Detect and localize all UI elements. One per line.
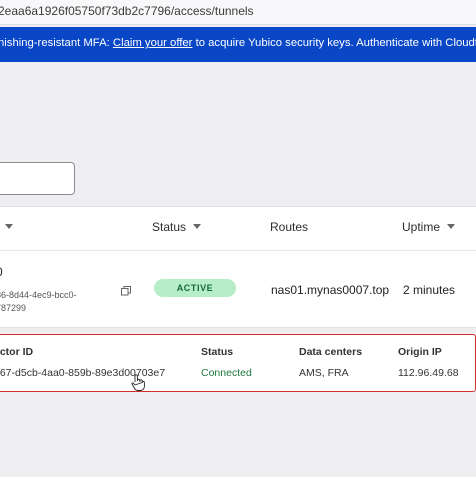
origin-ip-header: Origin IP bbox=[398, 346, 442, 358]
routes-header-label: Routes bbox=[270, 220, 309, 234]
connector-status-header: Status bbox=[201, 346, 234, 358]
origin-ip-value: 112.96.49.68 bbox=[398, 367, 459, 379]
tunnel-name[interactable]: 0 bbox=[0, 265, 3, 279]
uptime-header-label: Uptime bbox=[402, 220, 441, 234]
caret-down-icon bbox=[447, 224, 456, 229]
search-input[interactable] bbox=[0, 162, 75, 195]
banner-text-prefix: hishing-resistant MFA: bbox=[0, 37, 110, 49]
status-badge: ACTIVE bbox=[154, 279, 236, 297]
uptime-value: 2 minutes bbox=[403, 283, 456, 297]
data-centers-value: AMS, FRA bbox=[299, 367, 349, 379]
connector-id-header: ector ID bbox=[0, 346, 34, 358]
promo-banner: hishing-resistant MFA: Claim your offer … bbox=[0, 27, 476, 62]
hand-cursor-icon bbox=[131, 374, 145, 391]
route-value[interactable]: nas01.mynas0007.top bbox=[271, 283, 389, 297]
caret-down-icon bbox=[193, 224, 202, 229]
banner-text-suffix: to acquire Yubico security keys. Authent… bbox=[195, 37, 476, 49]
header-divider bbox=[0, 250, 476, 251]
connector-status-value: Connected bbox=[201, 367, 252, 379]
status-header-label: Status bbox=[152, 220, 187, 234]
address-bar[interactable]: 2eaa6a1926f05750f73db2c7796/access/tunne… bbox=[0, 0, 476, 25]
tunnel-id-line1: 86-8d44-4ec9-bcc0- bbox=[0, 290, 77, 300]
address-bar-url[interactable]: 2eaa6a1926f05750f73db2c7796/access/tunne… bbox=[0, 4, 254, 18]
connector-details-panel bbox=[0, 334, 476, 392]
status-column-header[interactable]: Status bbox=[152, 220, 202, 234]
claim-offer-link[interactable]: Claim your offer bbox=[113, 37, 193, 49]
copy-icon[interactable] bbox=[121, 286, 131, 296]
uptime-column-header[interactable]: Uptime bbox=[402, 220, 456, 234]
name-column-header[interactable] bbox=[0, 220, 13, 234]
tunnel-id-line2: 787299 bbox=[0, 303, 27, 313]
caret-down-icon bbox=[5, 224, 13, 229]
data-centers-header: Data centers bbox=[299, 346, 363, 358]
routes-column-header: Routes bbox=[270, 220, 308, 234]
